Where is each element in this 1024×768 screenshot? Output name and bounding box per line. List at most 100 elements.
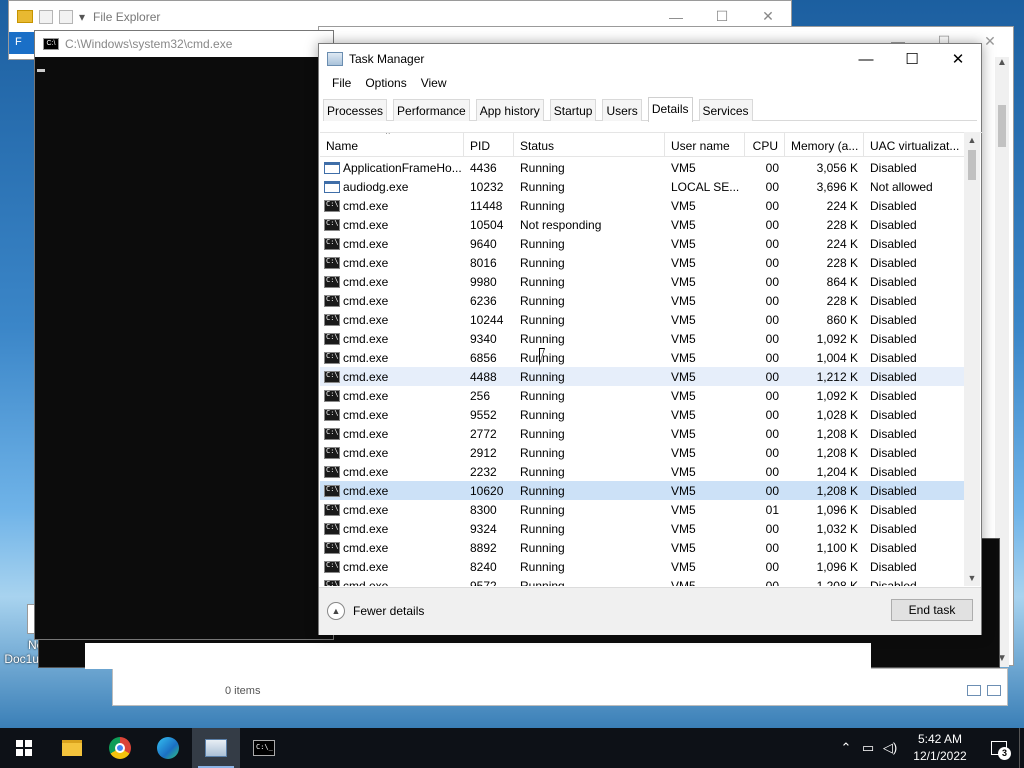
table-row[interactable]: cmd.exe 10244 Running VM5 00 860 K Disabled [320,310,965,329]
cell-mem: 1,032 K [816,521,858,536]
table-row[interactable]: cmd.exe 8300 Running VM5 01 1,096 K Disabled [320,500,965,519]
cell-name: cmd.exe [320,332,464,346]
column-header-uac-virtualization[interactable]: UAC virtualizat... [864,133,965,156]
scroll-thumb[interactable] [998,105,1006,147]
new-folder-icon[interactable] [59,9,73,24]
menu-view[interactable]: View [414,74,454,94]
cmd-icon [324,332,340,345]
vertical-scrollbar[interactable]: ▲ ▼ [964,132,980,586]
show-desktop-button[interactable] [1019,728,1024,768]
maximize-button[interactable]: ☐ [889,44,935,74]
table-row[interactable]: audiodg.exe 10232 Running LOCAL SE... 00 3,69… [320,177,965,196]
cell-cpu: 00 [765,217,779,232]
table-row[interactable]: cmd.exe 8240 Running VM5 00 1,096 K Disabled [320,557,965,576]
table-row[interactable]: cmd.exe 2232 Running VM5 00 1,204 K Disabled [320,462,965,481]
table-row[interactable]: cmd.exe 4488 Running VM5 00 1,212 K Disabled [320,367,965,386]
table-row[interactable]: cmd.exe 2772 Running VM5 00 1,208 K Disabled [320,424,965,443]
cmd-icon [324,427,340,440]
scroll-thumb[interactable] [968,150,976,180]
column-header-status[interactable]: Status [514,133,665,156]
menu-file[interactable]: File [325,74,358,94]
column-header-cpu[interactable]: CPU [745,133,785,156]
table-row[interactable]: cmd.exe 11448 Running VM5 00 224 K Disabled [320,196,965,215]
table-row[interactable]: cmd.exe 9980 Running VM5 00 864 K Disabled [320,272,965,291]
taskbar-file-explorer[interactable] [48,728,96,768]
action-center-button[interactable]: 3 [979,728,1019,768]
clock-date: 12/1/2022 [913,749,967,763]
cell-uac: Disabled [870,217,917,232]
clock[interactable]: 5:42 AM 12/1/2022 [901,731,979,765]
taskbar-cmd[interactable]: C:\_ [240,728,288,768]
tab-services[interactable]: Services [698,99,753,121]
cmd-window[interactable]: C:\ C:\Windows\system32\cmd.exe [34,30,334,640]
tab-app-history[interactable]: App history [475,99,544,121]
cell-cpu: 00 [765,521,779,536]
table-row[interactable]: cmd.exe 9640 Running VM5 00 224 K Disabled [320,234,965,253]
tab-startup[interactable]: Startup [549,99,597,121]
taskbar-edge[interactable] [144,728,192,768]
cmd-titlebar[interactable]: C:\ C:\Windows\system32\cmd.exe [35,31,333,57]
table-row[interactable]: cmd.exe 9340 Running VM5 00 1,092 K Disabled [320,329,965,348]
network-icon[interactable]: ▭ [857,740,879,756]
table-row[interactable]: cmd.exe 9552 Running VM5 00 1,028 K Disabled [320,405,965,424]
cmd-icon [324,294,340,307]
cell-status: Running [520,407,565,422]
column-header-name[interactable]: ^ Name [320,133,464,156]
cell-uac: Disabled [870,255,917,270]
details-view-icon[interactable] [967,685,981,696]
table-row[interactable]: cmd.exe 8016 Running VM5 00 228 K Disabled [320,253,965,272]
cell-user: VM5 [671,312,696,327]
cell-mem: 860 K [826,312,858,327]
cell-user: VM5 [671,483,696,498]
table-row[interactable]: cmd.exe 9572 Running VM5 00 1,208 K Disabled [320,576,965,586]
table-row[interactable]: cmd.exe 10620 Running VM5 00 1,208 K Disabled [320,481,965,500]
column-header-pid[interactable]: PID [464,133,514,156]
table-row[interactable]: cmd.exe 6856 Running VM5 00 1,004 K Disabled [320,348,965,367]
cmd-icon [324,465,340,478]
cell-pid: 10244 [470,312,504,327]
table-row[interactable]: cmd.exe 6236 Running VM5 00 228 K Disabled [320,291,965,310]
table-row[interactable]: cmd.exe 2912 Running VM5 00 1,208 K Disabled [320,443,965,462]
tab-performance[interactable]: Performance [393,99,470,121]
volume-icon[interactable]: ◁) [879,740,901,756]
cell-name: cmd.exe [320,541,464,555]
cell-user: VM5 [671,350,696,365]
column-header-user-name[interactable]: User name [665,133,745,156]
cell-cpu: 01 [765,502,779,517]
ribbon-file-tab[interactable]: F [9,32,37,54]
scroll-down-icon[interactable]: ▼ [964,570,980,586]
table-row[interactable]: ApplicationFrameHo... 4436 Running VM5 00 3,0… [320,158,965,177]
table-row[interactable]: cmd.exe 10504 Not responding VM5 00 228 K Disa… [320,215,965,234]
chevron-down-icon[interactable]: ▾ [79,10,85,24]
tab-processes[interactable]: Processes [323,99,388,121]
end-task-button[interactable]: End task [891,599,973,621]
start-button[interactable] [0,728,48,768]
cell-mem: 228 K [826,255,858,270]
task-manager-window[interactable]: Task Manager — ☐ ✕ File Options View Pro… [318,43,982,635]
cell-name: cmd.exe [320,199,464,213]
close-button[interactable]: ✕ [935,44,981,74]
taskbar-chrome[interactable] [96,728,144,768]
taskbar-task-manager[interactable] [192,728,240,768]
table-row[interactable]: cmd.exe 256 Running VM5 00 1,092 K Disabled [320,386,965,405]
chevron-up-icon[interactable]: ⌃ [835,740,857,756]
cell-cpu: 00 [765,331,779,346]
fewer-details-button[interactable]: ▲ Fewer details [327,602,424,620]
menu-options[interactable]: Options [358,74,413,94]
large-icons-view-icon[interactable] [987,685,1001,696]
table-row[interactable]: cmd.exe 9324 Running VM5 00 1,032 K Disabled [320,519,965,538]
cell-cpu: 00 [765,179,779,194]
cell-mem: 1,004 K [816,350,858,365]
scroll-up-icon[interactable]: ▲ [964,132,980,148]
cell-name: cmd.exe [320,427,464,441]
table-row[interactable]: cmd.exe 8892 Running VM5 00 1,100 K Disabled [320,538,965,557]
scroll-up-icon[interactable]: ▲ [995,57,1009,71]
explorer-status-bar: 0 items [112,668,1008,706]
column-header-memory[interactable]: Memory (a... [785,133,864,156]
tab-details[interactable]: Details [647,97,693,122]
properties-icon[interactable] [39,9,53,24]
minimize-button[interactable]: — [843,44,889,74]
tab-users[interactable]: Users [602,99,642,121]
cell-user: VM5 [671,521,696,536]
cell-mem: 864 K [826,274,858,289]
